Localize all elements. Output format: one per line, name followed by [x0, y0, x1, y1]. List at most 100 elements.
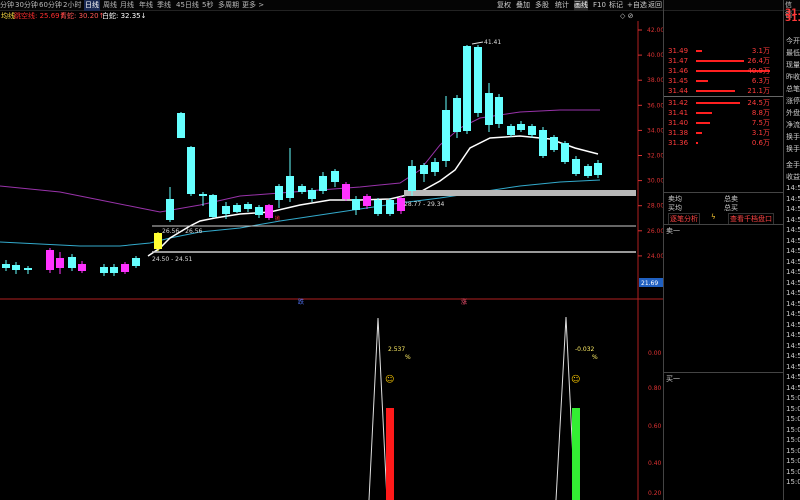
- time-entry: 14:5: [786, 341, 800, 350]
- orderbook-row[interactable]: 31.38 3.1万: [664, 128, 784, 138]
- quote-field-label: 今开: [786, 37, 800, 45]
- candlestick: [453, 95, 461, 138]
- orderbook-row[interactable]: 31.49 3.1万: [664, 46, 784, 56]
- stock-terminal-window: 分钟 30分钟 60分钟 2小时 日线 周线 月线 年线 季线 45日线 5秒 …: [0, 0, 800, 500]
- candle-body: [374, 200, 382, 214]
- candle-body: [408, 166, 416, 191]
- time-entry: 15:0: [786, 446, 800, 455]
- orderbook-volume: 24.5万: [747, 99, 770, 107]
- candle-body: [474, 47, 482, 113]
- candlestick: [275, 184, 283, 208]
- orderbook-volume-bar: [696, 122, 711, 124]
- candlestick: [463, 45, 471, 134]
- orderbook-row[interactable]: 31.46 40.9万: [664, 66, 784, 76]
- candle-body: [594, 163, 602, 175]
- quote-field-label: 现量: [786, 61, 800, 69]
- orderbook-volume-bar: [696, 80, 708, 82]
- orderbook-volume-bar: [696, 142, 698, 144]
- orderbook-row[interactable]: 31.47 26.4万: [664, 56, 784, 66]
- time-entry: 14:5: [786, 373, 800, 381]
- orderbook-price: 31.38: [668, 129, 689, 137]
- candlestick: [166, 187, 174, 222]
- indicator-unit-1: %: [405, 354, 411, 361]
- candlestick: [386, 198, 394, 216]
- candlestick: [331, 169, 339, 187]
- candle-body: [331, 171, 339, 182]
- candlestick: [121, 262, 129, 274]
- indicator-axis-1: 0.80: [648, 385, 662, 392]
- zone3-label: 24.50 - 24.51: [152, 256, 193, 263]
- far-price-head: 31.: [785, 8, 800, 18]
- candlestick: [442, 96, 450, 167]
- orderbook-volume: 3.1万: [751, 47, 770, 55]
- orderbook-row[interactable]: 31.36 0.6万: [664, 138, 784, 148]
- orderbook-row[interactable]: 31.44 21.1万: [664, 86, 784, 96]
- orderbook-price: 31.42: [668, 99, 689, 107]
- candlestick: [24, 266, 32, 274]
- buy1-divider: [664, 372, 783, 373]
- time-entry: 14:5: [786, 268, 800, 276]
- candlestick: [68, 254, 76, 271]
- candle-body: [187, 147, 195, 194]
- orderbook-row[interactable]: 31.41 8.8万: [664, 108, 784, 118]
- time-entry: 14:5: [786, 320, 800, 329]
- orderbook-price: 31.47: [668, 57, 689, 65]
- tag-down: 跌: [298, 298, 304, 306]
- candle-body: [550, 137, 558, 150]
- orderbook-row[interactable]: 31.45 6.3万: [664, 76, 784, 86]
- buy-avg-label: 买均: [668, 204, 682, 212]
- candlestick: [12, 262, 20, 274]
- candle-body: [352, 199, 360, 210]
- time-entry: 14:5: [786, 362, 800, 371]
- indicator-value-1: 2.537: [388, 346, 405, 353]
- indicator-axis-2: 0.60: [648, 423, 662, 430]
- candle-body: [363, 196, 371, 206]
- candle-body: [255, 207, 263, 215]
- candle-body: [495, 97, 503, 124]
- quote-field-label: 涨停: [786, 97, 800, 105]
- price-axis-label: 38.00: [647, 77, 663, 84]
- peak-label: 41.41: [484, 39, 501, 46]
- candle-body: [244, 204, 252, 209]
- quote-field-label: 金手: [786, 161, 800, 169]
- candlestick: [209, 194, 217, 218]
- orderbook-volume-bar: [696, 50, 703, 52]
- candlestick: [594, 160, 602, 178]
- candlestick: [132, 256, 140, 268]
- candlestick: [474, 45, 482, 117]
- chart-canvas[interactable]: 42.00 40.00 38.00 36.00 34.00 32.00 30.00 28.00…: [0, 0, 663, 500]
- candle-body: [507, 126, 515, 135]
- orderbook-row[interactable]: 31.40 7.5万: [664, 118, 784, 128]
- candlestick: [550, 135, 558, 152]
- orderbook-row[interactable]: 31.42 24.5万: [664, 98, 784, 108]
- sell1-divider: [664, 224, 783, 225]
- orderbook-volume: 8.8万: [751, 109, 770, 117]
- orderbook-volume: 21.1万: [747, 87, 770, 95]
- candlestick: [584, 164, 592, 178]
- indicator-axis-4: 0.20: [648, 490, 662, 497]
- orderbook-price: 31.49: [668, 47, 689, 55]
- price-axis-label: 34.00: [647, 127, 663, 134]
- orderbook-volume: 7.5万: [751, 119, 770, 127]
- candlestick: [233, 203, 241, 213]
- candlestick: [517, 121, 525, 132]
- indicator-axis-3: 0.40: [648, 460, 662, 467]
- indicator-spike-1: [368, 317, 388, 500]
- candle-body: [222, 206, 230, 214]
- candlestick: [187, 146, 195, 196]
- time-entry: 15:0: [786, 457, 800, 465]
- zone-bar-1: [404, 190, 636, 196]
- candle-body: [342, 184, 350, 199]
- candlestick: [485, 83, 493, 132]
- buy1-label: 买一: [666, 375, 680, 383]
- time-entry: 15:0: [786, 425, 800, 434]
- candle-body: [308, 190, 316, 199]
- orderbook-volume: 3.1万: [751, 129, 770, 137]
- orderbook-price: 31.46: [668, 67, 689, 75]
- candle-body: [46, 250, 54, 270]
- quote-field-label: 外盘: [786, 109, 800, 117]
- lightning-icon: ϟ: [711, 213, 716, 221]
- time-entry: 14:5: [786, 184, 800, 192]
- candlestick: [78, 261, 86, 273]
- candle-body: [154, 233, 162, 249]
